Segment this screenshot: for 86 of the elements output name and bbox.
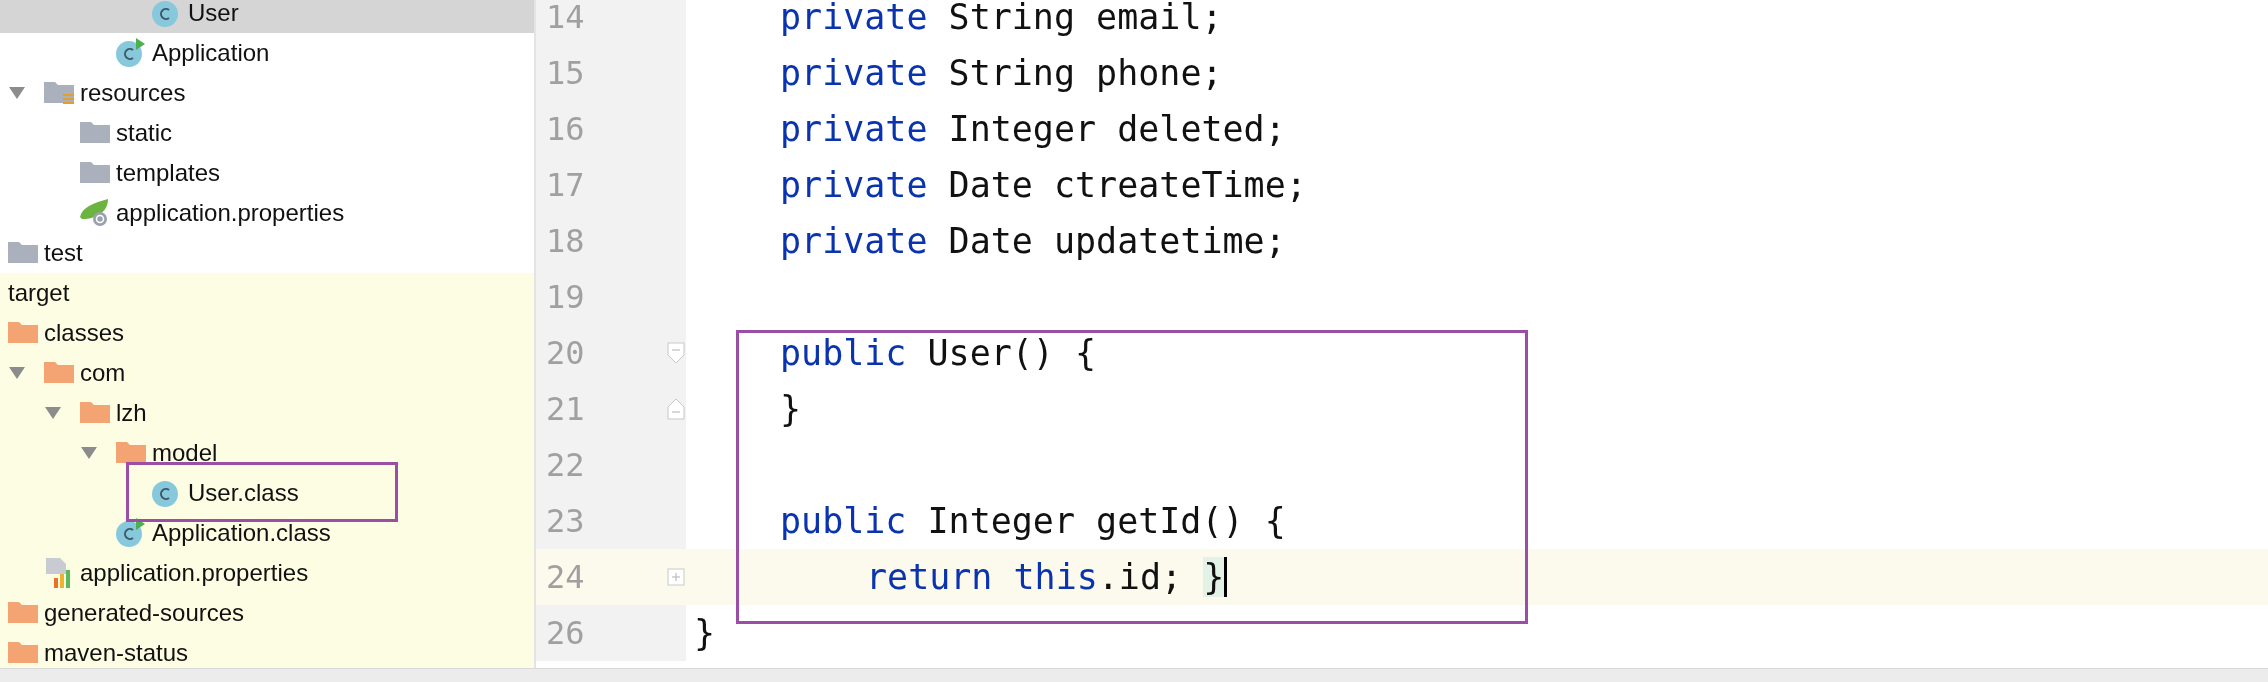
tree-item[interactable]: test <box>0 233 534 273</box>
tree-item[interactable]: application.properties <box>0 193 534 233</box>
tree-item[interactable]: Application <box>0 33 534 73</box>
tree-item[interactable]: static <box>0 113 534 153</box>
tree-item-label: User <box>188 0 239 27</box>
tree-item[interactable]: target <box>0 273 534 313</box>
folder-icon <box>8 240 38 266</box>
code-text: String phone; <box>947 53 1223 93</box>
expand-arrow-icon[interactable] <box>8 366 26 380</box>
tree-item-label: Application <box>152 39 270 67</box>
tree-item[interactable]: model <box>0 433 534 473</box>
tree-item[interactable]: User.class <box>0 473 534 513</box>
keyword: private <box>780 53 928 93</box>
folder-icon <box>80 400 110 426</box>
keyword: private <box>780 0 928 37</box>
folder-icon <box>80 160 110 186</box>
tree-item[interactable]: com <box>0 353 534 393</box>
line-number: 20 <box>545 334 586 372</box>
fold-end-icon[interactable] <box>667 398 685 420</box>
code-text: } <box>694 613 716 653</box>
tree-item-label: generated-sources <box>44 599 245 627</box>
resources-folder-icon <box>44 80 74 106</box>
tree-item-label: User.class <box>188 479 299 507</box>
tree-item-label: application.properties <box>80 559 309 587</box>
keyword: public <box>780 333 907 373</box>
tree-item[interactable]: generated-sources <box>0 593 534 633</box>
spring-leaf-icon <box>80 199 110 227</box>
folder-icon <box>8 320 38 346</box>
line-number: 18 <box>545 222 586 260</box>
tree-item[interactable]: Application.class <box>0 513 534 553</box>
line-number: 26 <box>545 614 586 652</box>
code-text: Date updatetime; <box>947 221 1286 261</box>
code-text: Integer getId() { <box>926 501 1286 541</box>
line-number: 14 <box>545 0 586 36</box>
folder-icon <box>8 640 38 666</box>
code-text: String email; <box>947 0 1223 37</box>
keyword: private <box>780 165 928 205</box>
folder-icon <box>8 600 38 626</box>
expand-arrow-icon[interactable] <box>8 86 26 100</box>
keyword: private <box>780 221 928 261</box>
keyword: return <box>866 557 993 597</box>
code-text: User() { <box>926 333 1097 373</box>
matched-brace: } <box>1203 557 1225 597</box>
tree-item-label: resources <box>80 79 186 107</box>
tree-item[interactable]: templates <box>0 153 534 193</box>
expand-arrow-icon[interactable] <box>44 406 62 420</box>
tree-item[interactable]: lzh <box>0 393 534 433</box>
line-number: 22 <box>545 446 586 484</box>
line-number: 19 <box>545 278 586 316</box>
folder-icon <box>116 440 146 466</box>
tree-item-label: static <box>116 119 172 147</box>
tree-item[interactable]: resources <box>0 73 534 113</box>
tree-item-label: com <box>80 359 126 387</box>
line-number: 16 <box>545 110 586 148</box>
keyword: public <box>780 501 907 541</box>
text-cursor <box>1224 557 1228 597</box>
tree-item-label: test <box>44 239 83 267</box>
tree-item[interactable]: maven-status <box>0 633 534 668</box>
keyword: this <box>1012 557 1098 597</box>
folder-icon <box>80 120 110 146</box>
line-number: 24 <box>545 558 586 596</box>
code-text: } <box>780 389 802 429</box>
tree-item-label: templates <box>116 159 221 187</box>
tree-item[interactable]: classes <box>0 313 534 353</box>
tree-item[interactable]: application.properties <box>0 553 534 593</box>
keyword: private <box>780 109 928 149</box>
tree-item-label: classes <box>44 319 125 347</box>
line-number: 17 <box>545 166 586 204</box>
tree-item-label: target <box>8 279 70 307</box>
fold-start-icon[interactable] <box>667 342 685 364</box>
runnable-class-icon <box>116 518 146 548</box>
tree-item-label: Application.class <box>152 519 331 547</box>
tree-item-label: application.properties <box>116 199 345 227</box>
folder-icon <box>44 360 74 386</box>
code-text: Integer deleted; <box>947 109 1286 149</box>
line-number: 23 <box>545 502 586 540</box>
line-number: 21 <box>545 390 586 428</box>
expand-arrow-icon[interactable] <box>80 446 98 460</box>
tree-item-label: model <box>152 439 218 467</box>
code-text: .id; <box>1097 557 1184 597</box>
tree-item[interactable]: User <box>0 0 534 33</box>
line-number: 15 <box>545 54 586 92</box>
runnable-class-icon <box>116 38 146 68</box>
tree-item-label: lzh <box>116 399 147 427</box>
tree-item-label: maven-status <box>44 639 189 667</box>
code-text: Date ctreateTime; <box>947 165 1307 205</box>
